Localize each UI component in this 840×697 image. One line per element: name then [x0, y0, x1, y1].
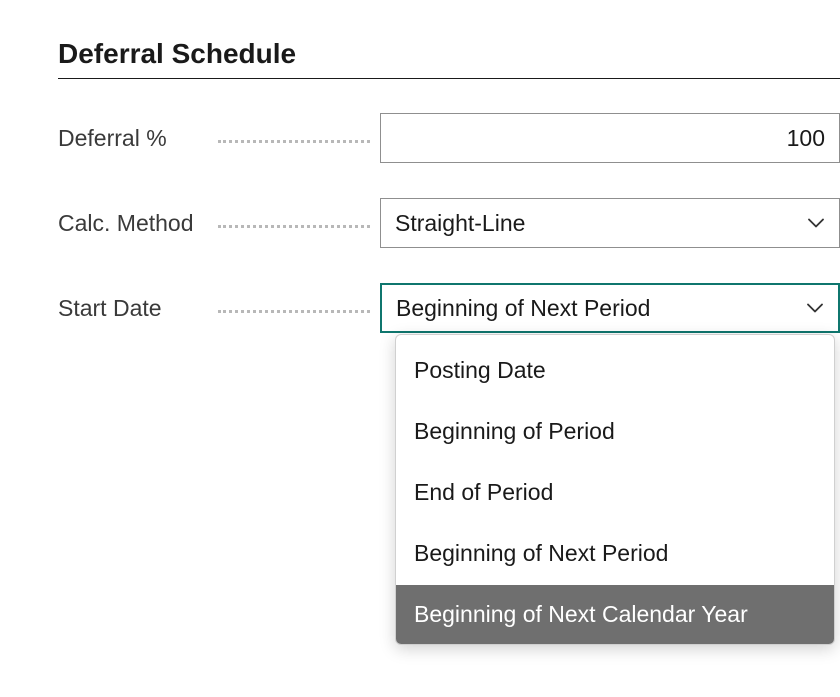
dropdown-item[interactable]: Beginning of Period: [396, 402, 834, 461]
deferral-percent-label: Deferral %: [58, 125, 218, 152]
dropdown-item[interactable]: Posting Date: [396, 341, 834, 400]
form-row-start-date: Start Date Beginning of Next Period: [58, 283, 840, 333]
start-date-value: Beginning of Next Period: [396, 295, 650, 322]
section-title: Deferral Schedule: [58, 38, 840, 79]
calc-method-value: Straight-Line: [395, 210, 525, 237]
dotted-leader: [218, 225, 370, 228]
start-date-dropdown-menu[interactable]: Posting Date Beginning of Period End of …: [395, 334, 835, 645]
chevron-down-icon: [806, 299, 824, 317]
dropdown-item[interactable]: Beginning of Next Period: [396, 524, 834, 583]
dropdown-item[interactable]: End of Period: [396, 463, 834, 522]
dotted-leader: [218, 140, 370, 143]
dropdown-item[interactable]: Beginning of Next Calendar Year: [396, 585, 834, 644]
calc-method-label: Calc. Method: [58, 210, 218, 237]
calc-method-select[interactable]: Straight-Line: [380, 198, 840, 248]
form-row-calc-method: Calc. Method Straight-Line: [58, 198, 840, 248]
start-date-select[interactable]: Beginning of Next Period: [380, 283, 840, 333]
deferral-percent-input[interactable]: [380, 113, 840, 163]
form-row-deferral-percent: Deferral %: [58, 113, 840, 163]
dotted-leader: [218, 310, 370, 313]
start-date-label: Start Date: [58, 295, 218, 322]
chevron-down-icon: [807, 214, 825, 232]
